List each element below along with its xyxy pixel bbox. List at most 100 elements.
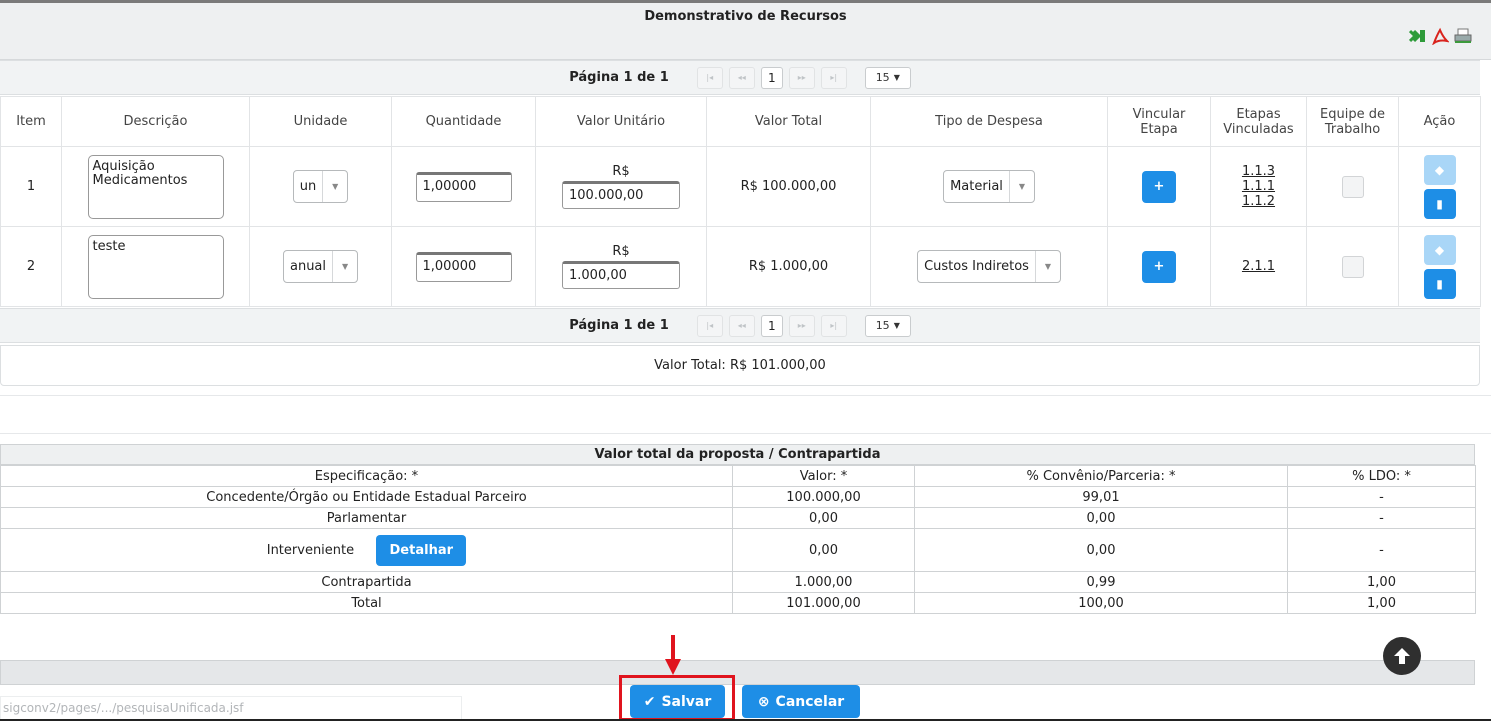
- tipo-despesa-select[interactable]: Custos Indiretos ▼: [917, 250, 1061, 283]
- tag-button[interactable]: ◆: [1423, 154, 1456, 185]
- equipe-checkbox[interactable]: [1341, 255, 1364, 278]
- ldo-cell: -: [1287, 507, 1476, 529]
- quantidade-input[interactable]: 1,00000: [415, 171, 512, 202]
- table-row: 2 teste anual ▼ 1,00000 R$ 1.000,00 R$ 1…: [0, 226, 1481, 307]
- valor-unitario-input[interactable]: 100.000,00: [562, 181, 680, 209]
- ldo-cell: -: [1287, 528, 1476, 572]
- descricao-textarea[interactable]: Aquisição Medicamentos: [87, 154, 224, 219]
- page-number-button[interactable]: 1: [760, 314, 783, 337]
- etapa-link[interactable]: 1.1.2: [1242, 194, 1275, 209]
- pager-text: Página 1 de 1: [569, 318, 669, 333]
- chevron-down-icon: ▼: [1018, 182, 1025, 191]
- divider: [0, 395, 1491, 396]
- prev-page-button[interactable]: ◂◂: [728, 66, 755, 89]
- quantidade-input[interactable]: 1,00000: [415, 251, 512, 282]
- convenio-cell: 0,00: [914, 528, 1288, 572]
- contrapartida-footer: [0, 660, 1475, 685]
- unidade-select[interactable]: un ▼: [292, 170, 349, 203]
- action-buttons: ◆ ▮: [1399, 154, 1480, 219]
- col-valor-total[interactable]: Valor Total: [706, 96, 871, 147]
- table-row: Parlamentar 0,00 0,00 -: [0, 507, 1476, 529]
- last-page-button[interactable]: ▸|: [820, 66, 847, 89]
- page-number-button[interactable]: 1: [760, 66, 783, 89]
- col-valor-unitario[interactable]: Valor Unitário: [535, 96, 707, 147]
- etapa-link[interactable]: 1.1.3: [1242, 164, 1275, 179]
- unidade-value: anual: [284, 251, 334, 282]
- chevron-down-icon: ▼: [1044, 262, 1052, 271]
- valor-unitario-wrap: R$ 100.000,00: [536, 164, 706, 209]
- descricao-cell: Aquisição Medicamentos: [61, 146, 250, 227]
- print-icon[interactable]: [1453, 27, 1473, 45]
- tag-button[interactable]: ◆: [1423, 234, 1456, 265]
- tipo-despesa-cell: Custos Indiretos ▼: [870, 226, 1108, 307]
- col-quantidade[interactable]: Quantidade: [391, 96, 536, 147]
- trash-icon: ▮: [1436, 196, 1443, 211]
- col-especificacao: Especificação: *: [0, 465, 733, 487]
- check-icon: ✔: [643, 693, 656, 710]
- close-circle-icon: ⊗: [757, 693, 770, 710]
- cancel-button[interactable]: ⊗ Cancelar: [742, 685, 860, 718]
- pager-text: Página 1 de 1: [569, 70, 669, 85]
- unidade-select[interactable]: anual ▼: [282, 250, 359, 283]
- plus-icon: +: [1153, 259, 1165, 274]
- pager-top: Página 1 de 1 |◂ ◂◂ 1 ▸▸ ▸| 15 ▼: [0, 60, 1480, 95]
- add-etapa-button[interactable]: +: [1142, 170, 1176, 203]
- convenio-cell: 0,00: [914, 507, 1288, 529]
- col-unidade[interactable]: Unidade: [249, 96, 392, 147]
- excel-icon[interactable]: [1409, 27, 1427, 45]
- add-etapa-button[interactable]: +: [1142, 250, 1176, 283]
- action-buttons: ◆ ▮: [1399, 234, 1480, 299]
- page-size-select[interactable]: 15 ▼: [864, 314, 911, 337]
- equipe-cell: [1306, 226, 1399, 307]
- spec-cell: Concedente/Órgão ou Entidade Estadual Pa…: [0, 486, 733, 508]
- panel-header: Demonstrativo de Recursos: [0, 0, 1491, 60]
- table-row: Concedente/Órgão ou Entidade Estadual Pa…: [0, 486, 1476, 508]
- col-item[interactable]: Item: [0, 96, 62, 147]
- first-page-button[interactable]: |◂: [696, 66, 723, 89]
- delete-button[interactable]: ▮: [1423, 188, 1456, 219]
- descricao-textarea[interactable]: teste: [87, 234, 224, 299]
- col-equipe-trabalho: Equipe de Trabalho: [1306, 96, 1399, 147]
- col-tipo-despesa[interactable]: Tipo de Despesa: [870, 96, 1108, 147]
- spec-cell: Total: [0, 592, 733, 614]
- etapas-list: 1.1.3 1.1.1 1.1.2: [1211, 164, 1306, 209]
- equipe-checkbox[interactable]: [1341, 175, 1364, 198]
- tipo-despesa-select[interactable]: Material ▼: [943, 170, 1035, 203]
- col-descricao[interactable]: Descrição: [61, 96, 250, 147]
- next-page-button[interactable]: ▸▸: [788, 314, 815, 337]
- col-vincular-line1: Vincular: [1132, 106, 1186, 122]
- pdf-icon[interactable]: [1431, 27, 1449, 45]
- etapa-link[interactable]: 2.1.1: [1242, 259, 1275, 274]
- status-url: sigconv2/pages/.../pesquisaUnificada.jsf: [0, 696, 462, 721]
- etapa-link[interactable]: 1.1.1: [1242, 179, 1275, 194]
- table-row: 1 Aquisição Medicamentos un ▼ 1,00000 R$…: [0, 146, 1481, 227]
- items-table: Item Descrição Unidade Quantidade Valor …: [0, 96, 1481, 307]
- save-button[interactable]: ✔ Salvar: [630, 685, 725, 718]
- chevron-down-icon: ▼: [893, 321, 900, 330]
- tipo-despesa-value: Material: [944, 171, 1010, 202]
- page-size-select[interactable]: 15 ▼: [864, 66, 911, 89]
- ldo-cell: 1,00: [1287, 571, 1476, 593]
- table-row: Interveniente Detalhar 0,00 0,00 -: [0, 528, 1476, 572]
- delete-button[interactable]: ▮: [1423, 268, 1456, 299]
- last-page-button[interactable]: ▸|: [820, 314, 847, 337]
- next-page-button[interactable]: ▸▸: [788, 66, 815, 89]
- spec-cell: Interveniente Detalhar: [0, 528, 733, 572]
- etapas-cell: 2.1.1: [1210, 226, 1307, 307]
- first-page-button[interactable]: |◂: [696, 314, 723, 337]
- valor-unitario-input[interactable]: 1.000,00: [562, 261, 680, 289]
- spec-cell: Contrapartida: [0, 571, 733, 593]
- col-convenio: % Convênio/Parceria: *: [914, 465, 1288, 487]
- save-label: Salvar: [661, 693, 712, 710]
- detalhar-button[interactable]: Detalhar: [376, 534, 467, 566]
- acao-cell: ◆ ▮: [1398, 146, 1481, 227]
- item-number: 1: [0, 146, 62, 227]
- col-equipe-line2: Trabalho: [1324, 121, 1381, 137]
- contrapartida-title: Valor total da proposta / Contrapartida: [0, 444, 1475, 465]
- scroll-top-button[interactable]: [1383, 637, 1421, 675]
- prev-page-button[interactable]: ◂◂: [728, 314, 755, 337]
- plus-icon: +: [1153, 179, 1165, 194]
- col-etapas-line1: Etapas: [1236, 106, 1281, 122]
- page-size-value: 15: [875, 71, 890, 84]
- unidade-value: un: [294, 171, 324, 202]
